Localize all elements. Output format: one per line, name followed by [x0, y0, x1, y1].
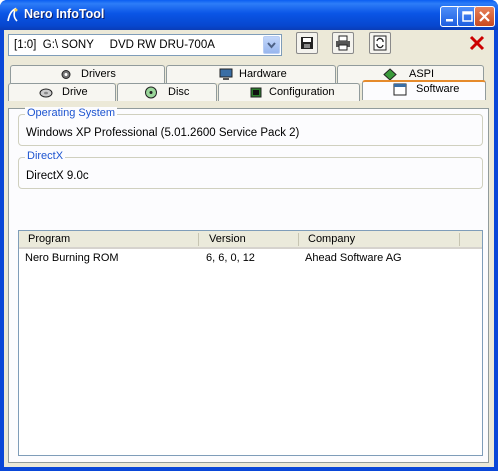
- program-list-header: Program Version Company: [19, 231, 482, 249]
- column-program[interactable]: Program: [28, 233, 70, 245]
- tab-hardware[interactable]: Hardware: [166, 65, 336, 83]
- tab-disc-label: Disc: [168, 86, 190, 98]
- title-bar[interactable]: Nero InfoTool: [0, 0, 498, 30]
- tab-disc[interactable]: Disc: [117, 83, 217, 101]
- company-cell: Ahead Software AG: [305, 252, 402, 264]
- tab-hardware-label: Hardware: [239, 68, 287, 80]
- disc-icon: [145, 86, 157, 99]
- exit-icon: [469, 35, 485, 51]
- nero-app-icon: [7, 7, 18, 22]
- operating-system-group: Operating System Windows XP Professional…: [18, 107, 483, 146]
- tab-drivers-label: Drivers: [81, 68, 116, 80]
- drive-dropdown-button[interactable]: [263, 36, 280, 54]
- drive-icon: [39, 88, 53, 98]
- program-list[interactable]: Program Version Company Nero Burning ROM…: [18, 230, 483, 456]
- main-window: Nero InfoTool [1:0] G:\ SONY DVD RW DRU-…: [0, 0, 498, 471]
- table-row[interactable]: Nero Burning ROM 6, 6, 0, 12 Ahead Softw…: [19, 251, 482, 267]
- refresh-button[interactable]: [369, 32, 391, 54]
- tab-drive-label: Drive: [62, 86, 88, 98]
- floppy-save-icon: [301, 37, 313, 49]
- tab-drive[interactable]: Drive: [8, 83, 116, 101]
- column-divider[interactable]: [298, 233, 299, 246]
- column-version[interactable]: Version: [209, 233, 246, 245]
- drive-select-value: [1:0] G:\ SONY DVD RW DRU-700A: [14, 39, 215, 51]
- drive-select[interactable]: [1:0] G:\ SONY DVD RW DRU-700A: [8, 34, 282, 56]
- tab-aspi-label: ASPI: [409, 68, 435, 80]
- directx-label: DirectX: [25, 150, 66, 162]
- tab-software[interactable]: Software: [362, 80, 486, 100]
- column-divider[interactable]: [459, 233, 460, 246]
- print-button[interactable]: [332, 32, 354, 54]
- tab-configuration[interactable]: Configuration: [218, 83, 360, 101]
- column-company[interactable]: Company: [308, 233, 355, 245]
- tab-configuration-label: Configuration: [269, 86, 335, 98]
- column-divider[interactable]: [198, 233, 199, 246]
- chevron-down-icon: [267, 42, 276, 49]
- close-icon: [479, 11, 490, 22]
- window-client: [1:0] G:\ SONY DVD RW DRU-700A Drivers H…: [4, 30, 494, 467]
- operating-system-label: Operating System: [25, 107, 118, 119]
- computer-icon: [219, 68, 233, 80]
- directx-value: DirectX 9.0c: [26, 170, 89, 182]
- printer-icon: [336, 35, 350, 51]
- chip-icon: [250, 87, 262, 98]
- window-icon: [393, 83, 407, 96]
- software-panel: Operating System Windows XP Professional…: [8, 107, 489, 463]
- operating-system-value: Windows XP Professional (5.01.2600 Servi…: [26, 127, 300, 139]
- program-cell: Nero Burning ROM: [25, 252, 119, 264]
- refresh-icon: [373, 35, 387, 51]
- directx-group: DirectX DirectX 9.0c: [18, 150, 483, 189]
- version-cell: 6, 6, 0, 12: [206, 252, 255, 264]
- exit-button[interactable]: [466, 32, 488, 54]
- tab-software-label: Software: [416, 83, 460, 95]
- window-title: Nero InfoTool: [24, 7, 105, 21]
- close-button[interactable]: [474, 6, 495, 27]
- save-button[interactable]: [296, 32, 318, 54]
- gear-icon: [61, 70, 71, 79]
- tab-drivers[interactable]: Drivers: [10, 65, 165, 83]
